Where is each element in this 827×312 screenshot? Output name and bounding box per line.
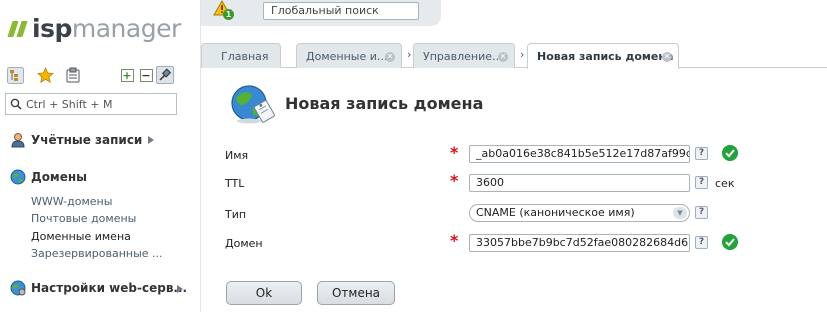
tab-label: Доменные и... xyxy=(306,49,388,63)
logo-text-manager: manager xyxy=(71,13,181,43)
sidebar-item-www-domains[interactable]: WWW-домены xyxy=(31,195,112,208)
chevron-right-icon xyxy=(177,285,183,293)
sidebar-toolbar: + − xyxy=(6,64,176,86)
field-label-ttl: TTL xyxy=(225,177,443,191)
sidebar-item-domain-names[interactable]: Доменные имена xyxy=(31,230,131,243)
field-label-name: Имя xyxy=(225,149,443,163)
pin-icon[interactable] xyxy=(156,66,174,84)
tree-view-icon[interactable] xyxy=(6,66,24,84)
ttl-field[interactable]: 3600 xyxy=(469,174,690,192)
sidebar-search-input[interactable]: Ctrl + Shift + M xyxy=(5,93,177,115)
nav-section-accounts[interactable]: Учётные записи xyxy=(10,132,155,148)
tab-bar: Главная Доменные и... ✕ › Управление... … xyxy=(201,40,827,69)
close-icon[interactable]: ✕ xyxy=(662,52,672,62)
nav-section-title: Домены xyxy=(31,170,88,184)
required-marker: * xyxy=(450,231,459,250)
tab-label: Новая запись домена xyxy=(537,50,674,63)
logo: ispmanager xyxy=(7,12,181,44)
globe-icon xyxy=(10,169,26,185)
chevron-down-icon: ▼ xyxy=(673,207,687,219)
tab-home[interactable]: Главная xyxy=(201,43,281,68)
tab-label: Главная xyxy=(221,49,269,63)
valid-check-icon xyxy=(722,234,738,250)
cancel-button[interactable]: Отмена xyxy=(317,281,395,305)
tab-domain-names[interactable]: Доменные и... ✕ xyxy=(296,43,402,68)
chevron-right-icon xyxy=(148,136,155,144)
notification-button[interactable]: 1 xyxy=(213,0,234,22)
help-icon[interactable]: ? xyxy=(695,206,708,219)
nav-section-web-settings[interactable]: Настройки web-серв... xyxy=(10,280,187,296)
clipboard-icon[interactable] xyxy=(64,66,82,84)
field-label-domain: Домен xyxy=(225,237,443,251)
favorites-star-icon[interactable] xyxy=(36,66,54,84)
sidebar-item-mail-domains[interactable]: Почтовые домены xyxy=(31,212,136,225)
tab-label: Управление... xyxy=(423,49,503,63)
search-icon xyxy=(10,98,22,110)
breadcrumb-separator-icon: › xyxy=(520,48,525,61)
required-marker: * xyxy=(450,143,459,162)
nav-section-domains[interactable]: Домены xyxy=(10,169,87,185)
search-placeholder: Ctrl + Shift + M xyxy=(26,97,113,111)
app-window: ispmanager + − Ctrl + Shift + M Учётные … xyxy=(0,0,827,312)
help-icon[interactable]: ? xyxy=(695,236,708,249)
domain-field[interactable]: 33057bbe7b9bc7d52fae080282684d6b.21 xyxy=(469,234,690,252)
logo-mark xyxy=(7,17,28,39)
sidebar: ispmanager + − Ctrl + Shift + M Учётные … xyxy=(0,0,201,312)
type-select-value: CNAME (каноническое имя) xyxy=(476,206,635,219)
expand-all-icon[interactable]: + xyxy=(118,66,136,84)
required-marker: * xyxy=(450,171,459,190)
ok-button[interactable]: Ok xyxy=(226,281,302,305)
user-icon xyxy=(11,133,25,148)
nav-section-title: Настройки web-серв... xyxy=(31,281,188,295)
logo-text-isp: isp xyxy=(32,13,72,43)
globe-gear-icon xyxy=(10,280,26,296)
help-icon[interactable]: ? xyxy=(695,147,708,160)
tab-new-domain-record[interactable]: Новая запись домена ✕ xyxy=(527,43,679,69)
globe-record-icon xyxy=(231,85,275,124)
ttl-unit: сек xyxy=(715,177,735,190)
tab-management[interactable]: Управление... ✕ xyxy=(413,43,515,68)
close-icon[interactable]: ✕ xyxy=(498,52,508,62)
collapse-all-icon[interactable]: − xyxy=(137,66,155,84)
help-icon[interactable]: ? xyxy=(695,176,708,189)
type-select[interactable]: CNAME (каноническое имя) ▼ xyxy=(469,204,690,222)
valid-check-icon xyxy=(722,145,738,161)
top-header: 1 Глобальный поиск xyxy=(201,0,441,26)
notification-badge: 1 xyxy=(223,9,234,20)
close-icon[interactable]: ✕ xyxy=(385,52,395,62)
breadcrumb-separator-icon: › xyxy=(407,48,412,61)
nav-section-title: Учётные записи xyxy=(31,133,143,147)
global-search-input[interactable]: Глобальный поиск xyxy=(263,2,419,20)
name-field[interactable]: _ab0a016e38c841b5e512e17d87af99de.d xyxy=(469,145,690,163)
page-title: Новая запись домена xyxy=(285,94,484,113)
sidebar-item-reserved[interactable]: Зарезервированные ... xyxy=(31,247,163,260)
field-label-type: Тип xyxy=(225,208,443,222)
